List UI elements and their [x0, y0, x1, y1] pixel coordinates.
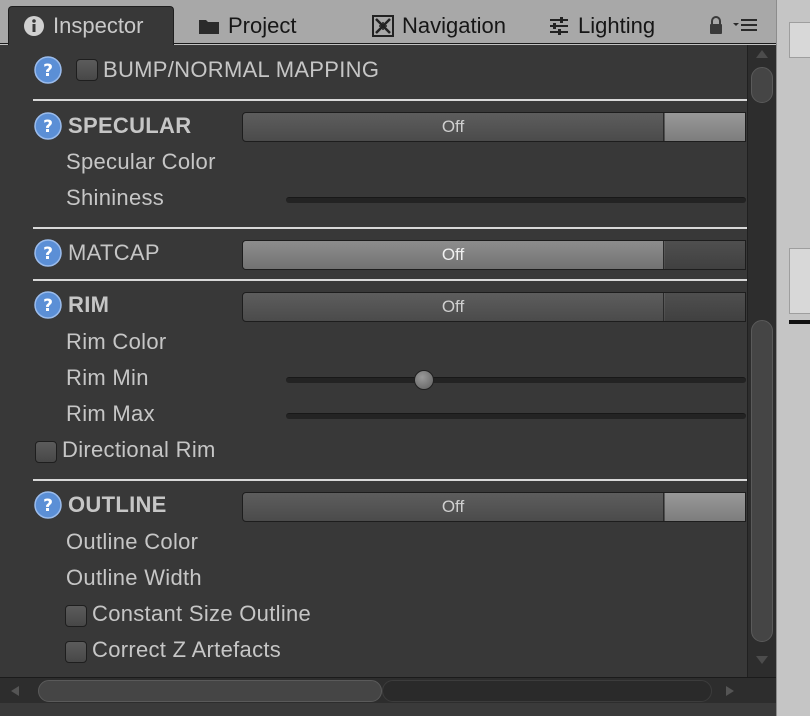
- vertical-scroll-thumb[interactable]: [751, 320, 773, 642]
- help-icon[interactable]: ?: [34, 112, 62, 140]
- editor-tab-bar: Inspector Project Navigation Lighting: [0, 0, 776, 45]
- adjacent-panel-box: [789, 22, 810, 58]
- sliders-icon: [546, 13, 572, 39]
- outline-title: OUTLINE: [68, 492, 167, 517]
- tab-label: Navigation: [402, 12, 506, 38]
- section-separator: [33, 99, 747, 101]
- svg-text:?: ?: [43, 61, 53, 81]
- matcap-toggle-dropdown[interactable]: Off: [242, 240, 746, 270]
- dropdown-side: [665, 493, 745, 521]
- scroll-right-arrow-icon[interactable]: [725, 685, 735, 697]
- rim-title: RIM: [68, 292, 110, 317]
- section-separator: [33, 479, 747, 481]
- adjacent-divider: [789, 320, 810, 324]
- vertical-scroll-track-top: [751, 67, 773, 103]
- dropdown-value: Off: [243, 293, 664, 321]
- specular-title: SPECULAR: [68, 113, 192, 138]
- next-component-header: [0, 703, 776, 716]
- rim-color-label: Rim Color: [66, 329, 167, 354]
- section-separator: [33, 279, 747, 281]
- scroll-up-arrow-icon[interactable]: [755, 49, 769, 59]
- folder-icon: [196, 13, 222, 39]
- navigation-icon: [370, 13, 396, 39]
- shininess-label: Shininess: [66, 185, 165, 210]
- shininess-slider[interactable]: [286, 197, 746, 203]
- rim-max-label: Rim Max: [66, 401, 155, 426]
- correct-z-artefacts-checkbox[interactable]: [65, 641, 87, 663]
- constant-size-outline-label: Constant Size Outline: [92, 601, 312, 626]
- specular-toggle-dropdown[interactable]: Off: [242, 112, 746, 142]
- section-separator: [33, 227, 747, 229]
- info-icon: [21, 13, 47, 39]
- tab-label: Lighting: [578, 12, 656, 38]
- tab-project[interactable]: Project: [196, 7, 296, 44]
- help-icon[interactable]: ?: [34, 491, 62, 519]
- help-icon[interactable]: ?: [34, 56, 62, 84]
- rim-min-slider[interactable]: [286, 377, 746, 383]
- scroll-left-arrow-icon[interactable]: [10, 685, 20, 697]
- correct-z-artefacts-label: Correct Z Artefacts: [92, 637, 282, 662]
- directional-rim-label: Directional Rim: [62, 437, 216, 462]
- scroll-down-arrow-icon[interactable]: [755, 655, 769, 665]
- horizontal-scroll-thumb[interactable]: [38, 680, 382, 702]
- tab-navigation[interactable]: Navigation: [370, 7, 506, 44]
- adjacent-panel-box: [789, 248, 810, 314]
- tab-lighting[interactable]: Lighting: [546, 7, 655, 44]
- tab-label: Project: [228, 12, 297, 38]
- dropdown-side: [665, 113, 745, 141]
- inspector-panel: ? BUMP/NORMAL MAPPING ? SPECULAR Off Spe…: [0, 45, 776, 677]
- tab-inspector[interactable]: Inspector: [8, 6, 174, 45]
- horizontal-scroll-track: [382, 680, 712, 702]
- svg-text:?: ?: [43, 496, 53, 516]
- vertical-scrollbar[interactable]: [747, 45, 776, 677]
- rim-toggle-dropdown[interactable]: Off: [242, 292, 746, 322]
- directional-rim-checkbox[interactable]: [35, 441, 57, 463]
- rim-min-label: Rim Min: [66, 365, 149, 390]
- help-icon[interactable]: ?: [34, 239, 62, 267]
- adjacent-window-edge: [776, 0, 810, 716]
- outline-color-label: Outline Color: [66, 529, 199, 554]
- specular-color-label: Specular Color: [66, 149, 216, 174]
- context-menu-icon[interactable]: [732, 17, 758, 38]
- rim-max-slider[interactable]: [286, 413, 746, 419]
- svg-text:?: ?: [43, 244, 53, 264]
- dropdown-value: Off: [243, 241, 664, 269]
- tab-label: Inspector: [53, 13, 144, 38]
- outline-width-label: Outline Width: [66, 565, 202, 590]
- svg-text:?: ?: [43, 117, 53, 137]
- dropdown-side: [665, 293, 745, 321]
- bump-mapping-checkbox[interactable]: [76, 59, 98, 81]
- outline-toggle-dropdown[interactable]: Off: [242, 492, 746, 522]
- bump-mapping-label: BUMP/NORMAL MAPPING: [103, 57, 380, 82]
- horizontal-scrollbar[interactable]: [0, 677, 776, 703]
- lock-icon[interactable]: [708, 15, 724, 40]
- tab-tools: [708, 14, 770, 40]
- matcap-title: MATCAP: [68, 240, 160, 265]
- svg-text:?: ?: [43, 296, 53, 316]
- rim-min-slider-thumb[interactable]: [414, 370, 434, 390]
- constant-size-outline-checkbox[interactable]: [65, 605, 87, 627]
- dropdown-value: Off: [243, 493, 664, 521]
- dropdown-side: [665, 241, 745, 269]
- help-icon[interactable]: ?: [34, 291, 62, 319]
- dropdown-value: Off: [243, 113, 664, 141]
